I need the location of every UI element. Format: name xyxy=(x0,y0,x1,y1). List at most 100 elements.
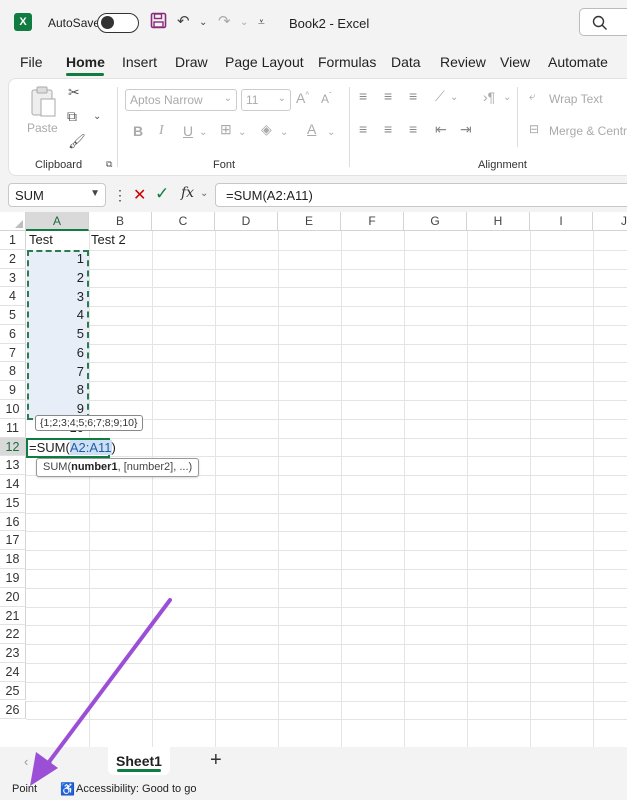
borders-icon[interactable]: ⊞ xyxy=(220,121,232,138)
row-header[interactable]: 10 xyxy=(0,400,26,419)
row-header[interactable]: 16 xyxy=(0,512,26,532)
cell-a2[interactable]: 1 xyxy=(27,250,84,268)
column-header-d[interactable]: D xyxy=(215,212,278,231)
text-direction-dropdown-icon[interactable]: ⌄ xyxy=(503,92,511,103)
cut-icon[interactable]: ✂ xyxy=(68,84,80,101)
insert-function-icon[interactable]: fx xyxy=(181,185,194,201)
cell-a6[interactable]: 5 xyxy=(27,325,84,343)
tab-file[interactable]: File xyxy=(20,54,43,70)
tab-insert[interactable]: Insert xyxy=(122,54,157,70)
autosave-toggle[interactable] xyxy=(97,13,139,33)
format-painter-icon[interactable]: 🖌 xyxy=(68,133,86,150)
column-header-e[interactable]: E xyxy=(278,212,341,231)
accessibility-status[interactable]: Accessibility: Good to go xyxy=(76,783,196,795)
paste-icon[interactable] xyxy=(29,85,57,122)
fill-color-icon[interactable]: ◈ xyxy=(261,121,272,138)
top-align-icon[interactable]: ≡ xyxy=(359,88,367,104)
row-header[interactable]: 13 xyxy=(0,456,26,476)
align-left-icon[interactable]: ≡ xyxy=(359,121,367,137)
prev-sheet-icon[interactable]: ‹ xyxy=(24,754,28,769)
enter-icon[interactable]: ✓ xyxy=(155,184,169,204)
row-header[interactable]: 9 xyxy=(0,381,26,400)
cell-a5[interactable]: 4 xyxy=(27,306,84,324)
increase-font-icon[interactable]: A^ xyxy=(296,90,309,106)
decrease-indent-icon[interactable]: ⇤ xyxy=(435,121,447,138)
copy-icon[interactable]: ⧉ xyxy=(67,108,77,125)
row-header[interactable]: 23 xyxy=(0,644,26,663)
row-header[interactable]: 24 xyxy=(0,662,26,682)
font-size-dropdown[interactable]: 11 ⌄ xyxy=(241,89,291,111)
tab-page-layout[interactable]: Page Layout xyxy=(225,54,304,70)
cell-a7[interactable]: 6 xyxy=(27,344,84,362)
row-header[interactable]: 21 xyxy=(0,606,26,626)
row-header[interactable]: 20 xyxy=(0,587,26,607)
merge-icon[interactable]: ⊟ xyxy=(529,122,539,136)
copy-dropdown-icon[interactable]: ⌄ xyxy=(93,111,101,122)
underline-dropdown-icon[interactable]: ⌄ xyxy=(199,127,207,138)
row-header[interactable]: 22 xyxy=(0,625,26,645)
tab-home[interactable]: Home xyxy=(66,54,105,70)
column-header-f[interactable]: F xyxy=(341,212,404,231)
font-color-icon[interactable]: A xyxy=(307,121,316,137)
bold-button[interactable]: B xyxy=(133,123,143,139)
row-header[interactable]: 26 xyxy=(0,700,26,720)
more-options-icon[interactable]: ⋮ xyxy=(113,187,127,204)
tab-view[interactable]: View xyxy=(500,54,530,70)
column-header-h[interactable]: H xyxy=(467,212,530,231)
row-header[interactable]: 14 xyxy=(0,475,26,494)
align-center-icon[interactable]: ≡ xyxy=(384,121,392,137)
redo-icon[interactable]: ↷ xyxy=(218,12,231,30)
column-header-i[interactable]: I xyxy=(530,212,593,231)
orientation-dropdown-icon[interactable]: ⌄ xyxy=(450,92,458,103)
cancel-icon[interactable]: ✕ xyxy=(133,185,146,205)
row-header[interactable]: 17 xyxy=(0,531,26,551)
row-header[interactable]: 11 xyxy=(0,418,26,438)
row-header[interactable]: 12 xyxy=(0,437,26,457)
next-sheet-icon[interactable]: › xyxy=(48,754,52,769)
font-color-dropdown-icon[interactable]: ⌄ xyxy=(327,127,335,138)
name-box[interactable]: SUM ▼ xyxy=(8,183,106,207)
cell-a9[interactable]: 8 xyxy=(27,381,84,399)
column-header-j[interactable]: J xyxy=(593,212,627,231)
row-header[interactable]: 6 xyxy=(0,324,26,344)
select-all-corner[interactable] xyxy=(0,212,26,231)
tab-automate[interactable]: Automate xyxy=(548,54,608,70)
row-header[interactable]: 3 xyxy=(0,268,26,288)
merge-center-button[interactable]: Merge & Centre xyxy=(549,124,627,138)
column-header-b[interactable]: B xyxy=(89,212,152,231)
align-right-icon[interactable]: ≡ xyxy=(409,121,417,137)
row-header[interactable]: 5 xyxy=(0,306,26,325)
row-header[interactable]: 1 xyxy=(0,231,26,250)
middle-align-icon[interactable]: ≡ xyxy=(384,88,392,104)
wrap-text-icon[interactable]: ⤶ xyxy=(529,89,536,104)
column-header-g[interactable]: G xyxy=(404,212,467,231)
cell-b1[interactable]: Test 2 xyxy=(91,231,126,249)
tab-draw[interactable]: Draw xyxy=(175,54,208,70)
tab-formulas[interactable]: Formulas xyxy=(318,54,376,70)
row-header[interactable]: 7 xyxy=(0,343,26,363)
save-icon[interactable] xyxy=(150,12,167,33)
row-header[interactable]: 18 xyxy=(0,550,26,570)
underline-button[interactable]: U xyxy=(183,123,193,139)
cell-a4[interactable]: 3 xyxy=(27,288,84,306)
orientation-icon[interactable]: ⟋ xyxy=(435,88,445,105)
redo-dropdown-icon[interactable]: ⌄ xyxy=(240,17,248,28)
undo-dropdown-icon[interactable]: ⌄ xyxy=(199,17,207,28)
customize-toolbar-icon[interactable]: ⩡ xyxy=(258,15,265,30)
undo-icon[interactable]: ↶ xyxy=(177,12,190,30)
row-header[interactable]: 15 xyxy=(0,493,26,513)
row-header[interactable]: 8 xyxy=(0,362,26,382)
increase-indent-icon[interactable]: ⇥ xyxy=(460,121,472,138)
cell-a8[interactable]: 7 xyxy=(27,363,84,381)
fill-color-dropdown-icon[interactable]: ⌄ xyxy=(280,127,288,138)
row-header[interactable]: 25 xyxy=(0,681,26,701)
wrap-text-button[interactable]: Wrap Text xyxy=(549,92,603,106)
italic-button[interactable]: I xyxy=(159,123,164,139)
bottom-align-icon[interactable]: ≡ xyxy=(409,88,417,104)
chevron-down-icon[interactable]: ⌄ xyxy=(200,188,208,199)
font-name-dropdown[interactable]: Aptos Narrow ⌄ xyxy=(125,89,237,111)
tab-review[interactable]: Review xyxy=(440,54,486,70)
cell-a1[interactable]: Test xyxy=(29,231,53,249)
clipboard-launcher-icon[interactable]: ⧉ xyxy=(106,159,112,170)
cell-a3[interactable]: 2 xyxy=(27,269,84,287)
